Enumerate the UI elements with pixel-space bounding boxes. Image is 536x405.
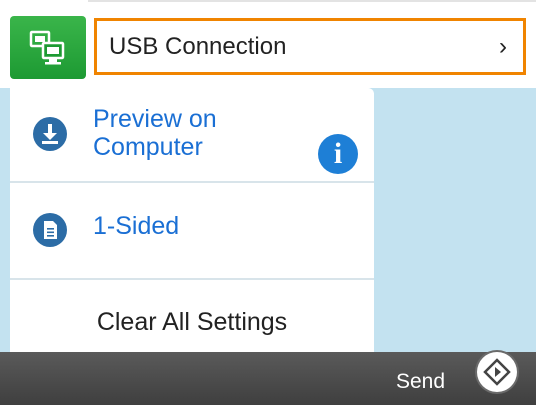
document-icon [33, 213, 67, 247]
header-divider [88, 0, 536, 2]
computer-scan-icon [29, 30, 65, 65]
destination-button[interactable] [10, 16, 86, 79]
chevron-right-icon: › [499, 33, 507, 60]
info-icon[interactable]: i [318, 134, 358, 174]
preview-on-computer-label: Preview on Computer [93, 105, 217, 161]
header-bar: USB Connection › [0, 0, 536, 88]
usb-connection-label: USB Connection [109, 33, 287, 60]
scan-to-computer-screen: USB Connection › Preview on Computer i 1… [0, 0, 536, 405]
send-button[interactable] [477, 352, 517, 392]
preview-on-computer-row[interactable]: Preview on Computer i [10, 88, 374, 183]
settings-list: Preview on Computer i 1-Sided Clear All … [10, 88, 374, 370]
usb-connection-button[interactable]: USB Connection › [94, 18, 526, 75]
clear-all-settings-label: Clear All Settings [96, 308, 288, 336]
footer-bar [0, 352, 536, 405]
start-diamond-icon [483, 358, 511, 386]
download-icon [33, 117, 67, 151]
send-label: Send [396, 370, 446, 393]
sided-label: 1-Sided [93, 212, 180, 240]
sided-row[interactable]: 1-Sided [10, 183, 374, 280]
